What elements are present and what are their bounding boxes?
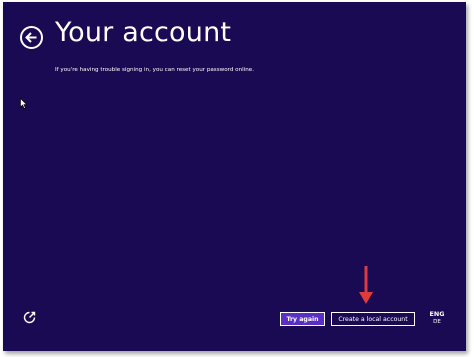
mouse-cursor-icon (20, 98, 27, 109)
ease-of-access-icon[interactable] (23, 311, 36, 324)
back-arrow-icon (25, 32, 37, 43)
language-primary: ENG (429, 310, 445, 318)
page-title: Your account (55, 17, 232, 48)
annotation-arrow (359, 266, 373, 304)
back-button[interactable] (20, 26, 43, 49)
try-again-button[interactable]: Try again (280, 312, 325, 326)
help-text: If you're having trouble signing in, you… (55, 67, 254, 73)
create-local-account-button[interactable]: Create a local account (331, 312, 415, 326)
oobe-window: Your account If you're having trouble si… (3, 2, 466, 351)
language-secondary: DE (433, 319, 441, 325)
language-switcher[interactable]: ENG DE (426, 310, 448, 326)
